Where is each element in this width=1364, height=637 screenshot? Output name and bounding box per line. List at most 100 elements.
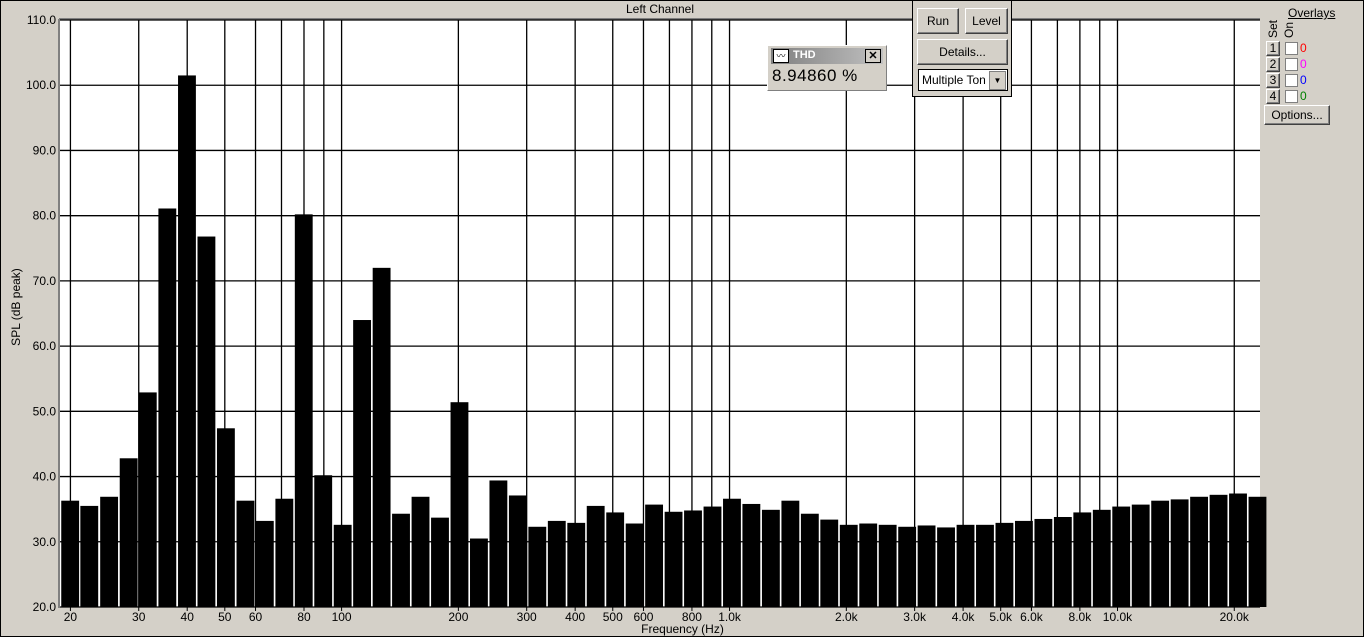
spectrum-bar: [333, 524, 352, 607]
overlay-count: 0: [1300, 89, 1307, 103]
spectrum-bar: [664, 511, 683, 607]
spectrum-bar: [236, 500, 255, 607]
overlay-count: 0: [1300, 73, 1307, 87]
spectrum-bar: [606, 512, 625, 607]
spectrum-bar: [684, 510, 702, 607]
spectrum-bar: [547, 520, 566, 607]
spectrum-bar: [645, 504, 664, 607]
spectrum-bar: [1034, 518, 1053, 607]
overlay-set-button[interactable]: 4: [1266, 89, 1280, 104]
x-tick-label: 20.0k: [1220, 610, 1250, 624]
x-tick-label: 80: [297, 610, 311, 624]
overlays-panel: Overlays Set On 1 0 2 0 3 0 4 0 Options...: [1262, 0, 1362, 130]
x-tick-label: 5.0k: [989, 610, 1013, 624]
spectrum-chart: 20.0 30.0 40.0 50.0 60.0 70.0 80.0 90.0 100.0 110…: [26, 13, 1267, 624]
spectrum-bar: [138, 392, 157, 607]
overlay-set-button[interactable]: 3: [1266, 73, 1280, 88]
thd-titlebar[interactable]: 〰 THD ✕: [771, 48, 883, 64]
spectrum-bar: [372, 267, 391, 607]
overlay-on-checkbox[interactable]: [1285, 74, 1298, 87]
close-icon[interactable]: ✕: [865, 49, 881, 63]
overlay-on-checkbox[interactable]: [1285, 42, 1298, 55]
spectrum-bar: [119, 458, 138, 607]
spectrum-bar: [1053, 516, 1072, 607]
spectrum-bar: [567, 522, 586, 607]
spectrum-bar: [1073, 512, 1092, 607]
spectrum-bar: [431, 517, 449, 607]
spectrum-bar: [956, 524, 975, 607]
overlay-set-button[interactable]: 2: [1266, 57, 1280, 72]
overlay-options-button[interactable]: Options...: [1264, 105, 1330, 125]
spectrum-bar: [1131, 504, 1150, 607]
spectrum-bar: [392, 513, 410, 607]
spectrum-bar: [1151, 500, 1170, 607]
overlay-on-checkbox[interactable]: [1285, 58, 1298, 71]
x-tick-label: 20: [64, 610, 78, 624]
overlay-count: 0: [1300, 41, 1307, 55]
y-tick-label: 110.0: [27, 13, 56, 27]
spectrum-bar: [1209, 494, 1228, 607]
spectrum-bar: [100, 496, 119, 607]
spectrum-bar: [80, 505, 99, 607]
mode-select[interactable]: Multiple Ton ▼: [918, 69, 1008, 91]
y-tick-label: 100.0: [26, 78, 56, 92]
spectrum-bar: [1190, 496, 1209, 607]
overlay-count: 0: [1300, 57, 1307, 71]
thd-label: THD: [793, 49, 816, 61]
spectrum-bar: [1014, 520, 1033, 607]
spectrum-bar: [314, 475, 333, 607]
y-tick-label: 30.0: [33, 535, 57, 549]
x-tick-label: 400: [565, 610, 585, 624]
overlay-set-button[interactable]: 1: [1266, 41, 1280, 56]
details-button[interactable]: Details...: [917, 39, 1008, 65]
spectrum-bar: [586, 505, 605, 607]
y-axis-label: SPL (dB peak): [9, 268, 23, 346]
y-tick-label: 40.0: [33, 470, 57, 484]
spectrum-bar: [489, 480, 508, 607]
x-tick-label: 3.0k: [903, 610, 927, 624]
spectrum-bar: [216, 428, 235, 607]
x-tick-label: 40: [181, 610, 195, 624]
spectrum-bar: [1248, 496, 1267, 607]
x-tick-label: 6.0k: [1020, 610, 1044, 624]
level-button[interactable]: Level: [965, 8, 1008, 34]
waveform-icon: 〰: [773, 49, 789, 63]
spectrum-bar: [839, 524, 858, 607]
x-tick-label: 300: [517, 610, 537, 624]
spectrum-bar: [820, 519, 839, 607]
spectrum-bar: [723, 498, 741, 607]
mode-select-value: Multiple Ton: [922, 73, 986, 87]
chart-title: Left Channel: [625, 2, 695, 16]
run-button[interactable]: Run: [917, 8, 959, 34]
x-tick-label: 8.0k: [1069, 610, 1093, 624]
x-tick-label: 2.0k: [835, 610, 859, 624]
thd-meter[interactable]: 〰 THD ✕ 8.94860 %: [767, 45, 887, 91]
spectrum-bar: [761, 509, 780, 607]
spectrum-bar: [625, 523, 644, 607]
y-tick-label: 50.0: [33, 404, 57, 418]
spectrum-bar: [878, 524, 897, 607]
overlays-title[interactable]: Overlays: [1288, 6, 1335, 20]
x-axis-label: Frequency (Hz): [641, 622, 724, 636]
chevron-down-icon[interactable]: ▼: [989, 71, 1006, 90]
spectrum-bar: [61, 500, 80, 607]
overlay-on-checkbox[interactable]: [1285, 90, 1298, 103]
spectrum-bar: [1112, 506, 1131, 607]
y-tick-label: 70.0: [33, 274, 57, 288]
spectrum-bar: [528, 526, 547, 607]
thd-value: 8.94860 %: [772, 66, 858, 85]
x-tick-label: 60: [249, 610, 263, 624]
x-tick-label: 50: [218, 610, 232, 624]
x-tick-label: 100: [332, 610, 352, 624]
x-tick-label: 30: [132, 610, 146, 624]
spectrum-bar: [1092, 509, 1111, 607]
y-tick-label: 20.0: [33, 600, 57, 614]
spectrum-bar: [470, 538, 488, 607]
spectrum-bar: [353, 320, 372, 607]
spectrum-bar: [937, 527, 955, 607]
spectrum-bar: [294, 214, 313, 607]
on-column-label: On: [1282, 21, 1296, 38]
x-tick-label: 200: [448, 610, 468, 624]
spectrum-bar: [742, 503, 761, 607]
y-tick-label: 60.0: [33, 339, 57, 353]
